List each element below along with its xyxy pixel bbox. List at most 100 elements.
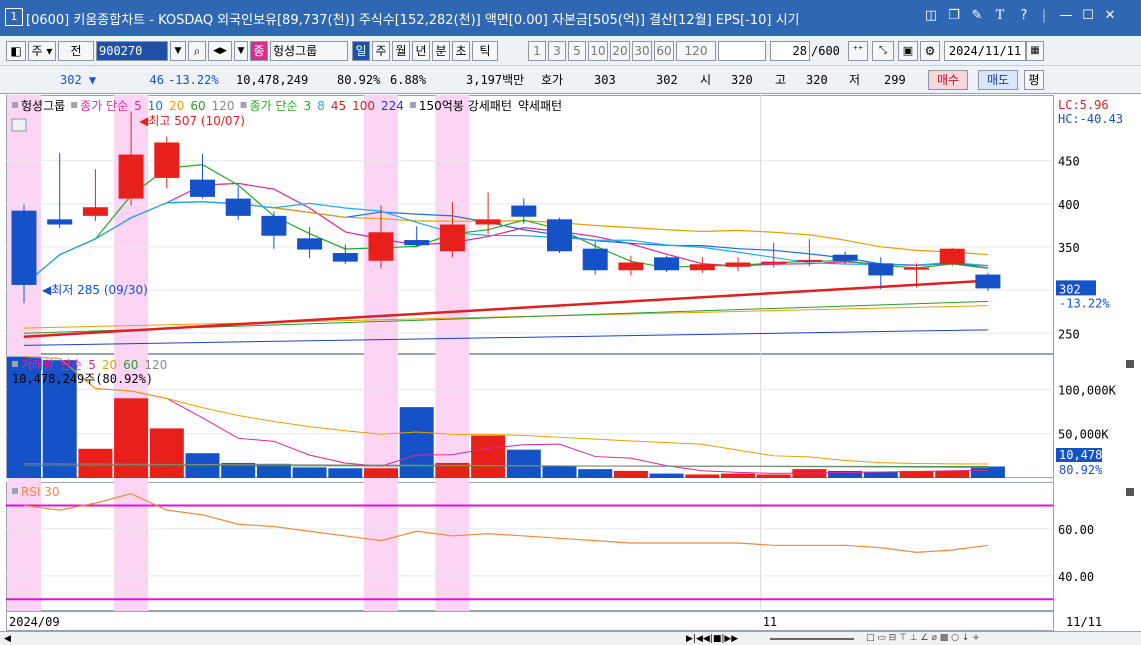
interval-120[interactable]: 120 <box>676 41 716 61</box>
price-legend-entry: 120 <box>212 99 235 113</box>
volume-legend-entry: 단순 <box>60 358 82 372</box>
volume-sub-label: 10,478,249주(80.92%) <box>12 372 153 386</box>
avg-button[interactable]: 평 <box>1024 70 1044 90</box>
candle-body <box>582 248 608 271</box>
brush-icon[interactable]: ✎ <box>969 8 985 24</box>
stock-name-field[interactable]: 헝셩그룹 <box>270 41 348 61</box>
scroll-left-icon[interactable]: ◀ <box>4 634 11 644</box>
legend-marker <box>71 102 78 108</box>
price-tick-label: 250 <box>1058 327 1080 341</box>
date-input[interactable]: 2024/11/11 <box>944 41 1026 61</box>
buy-button[interactable]: 매수 <box>928 70 968 90</box>
hoga-ask: 303 <box>594 73 616 87</box>
price-legend-entry: 종가 단순 <box>80 99 128 113</box>
volume-bar <box>364 468 398 478</box>
volume-bar <box>292 467 327 478</box>
price-tick-label: 400 <box>1058 198 1080 212</box>
chart-scroll-bar[interactable]: ◀ ▶|◀◀|■|▶▶ □ ▭ ⊟ ⊤ ⊥ ∠ ⌀ ▩ ○ ↓ + <box>0 631 1141 645</box>
interval-60[interactable]: 60 <box>654 41 674 61</box>
calendar-icon[interactable]: ▦ <box>1026 41 1044 61</box>
data-table-icon <box>11 118 27 132</box>
legend-marker <box>12 102 18 108</box>
tab-minute[interactable]: 분 <box>432 41 450 61</box>
candle-body <box>904 267 929 270</box>
interval-10[interactable]: 10 <box>588 41 608 61</box>
price-legend-entry: 약세패턴 <box>518 98 562 113</box>
gear-icon[interactable]: ⚙ <box>920 41 940 61</box>
minimize-icon[interactable]: — <box>1058 8 1074 24</box>
volume-bar <box>613 470 648 478</box>
volume-legend-entry: 120 <box>144 358 167 372</box>
interval-select[interactable] <box>718 41 766 61</box>
volume-legend-entry: 60 <box>123 358 138 372</box>
price-legend-entry: 20 <box>169 99 184 113</box>
maximize-icon[interactable]: ☐ <box>1080 8 1096 24</box>
navigation-icons[interactable]: ▶|◀◀|■|▶▶ <box>686 634 738 644</box>
volume-bar <box>506 449 541 478</box>
quote-bar: 302 ▼ 46 -13.22% 10,478,249 80.92% 6.88%… <box>0 66 1141 94</box>
tab-weekly[interactable]: 주 <box>372 41 390 61</box>
tab-daily[interactable]: 일 <box>352 41 370 61</box>
chart-canvas[interactable]: 450400350300250헝셩그룹종가 단순5102060120종가 단순3… <box>6 95 1138 631</box>
period-button-week[interactable]: 주 ▾ <box>28 41 56 61</box>
x-axis-month-label: 11 <box>763 615 777 629</box>
candle-count-input[interactable]: 28 <box>770 41 810 61</box>
signal-highlight-band <box>435 95 470 611</box>
volume-bar <box>970 466 1005 478</box>
candle-body <box>868 263 894 276</box>
zoom-icon[interactable]: ⁺⁺ <box>848 41 868 61</box>
candle-count-total: /600 <box>811 44 840 58</box>
candle-body <box>511 205 537 217</box>
interval-20[interactable]: 20 <box>610 41 630 61</box>
interval-1[interactable]: 1 <box>528 41 546 61</box>
price-change: 46 <box>149 73 164 87</box>
layout-icon[interactable]: ◫ <box>923 8 939 24</box>
title-bar: 1 [0600] 키움종합차트 - KOSDAQ 외국인보유[89,737(천)… <box>0 0 1141 36</box>
interval-5[interactable]: 5 <box>568 41 586 61</box>
price-legend-entry: 100 <box>352 99 375 113</box>
volume-legend-entry: 거래량 <box>21 358 54 372</box>
volume-tick-label: 50,000K <box>1058 428 1109 442</box>
sell-button[interactable]: 매도 <box>978 70 1018 90</box>
text-icon[interactable]: T <box>992 8 1008 24</box>
help-icon[interactable]: ? <box>1016 8 1032 24</box>
zoom-slider[interactable] <box>770 638 854 640</box>
chart-toolbar: ◧ 주 ▾ 전 900270 ▼ ⌕ ◀▶ ▼ 종 헝셩그룹 일 주 월 년 분… <box>0 36 1141 66</box>
volume-bar <box>721 473 755 478</box>
tab-second[interactable]: 초 <box>452 41 470 61</box>
x-axis-start-label: 2024/09 <box>9 615 60 629</box>
group-link-icon[interactable]: ◧ <box>6 41 26 61</box>
legend-marker <box>240 102 247 108</box>
chart-area[interactable]: 450400350300250헝셩그룹종가 단순5102060120종가 단순3… <box>6 95 1138 631</box>
tab-tick[interactable]: 틱 <box>472 41 498 61</box>
stock-code-input[interactable]: 900270 <box>96 41 168 61</box>
crosshair-icon[interactable]: ⤡ <box>872 41 894 61</box>
close-icon[interactable]: ✕ <box>1102 8 1118 24</box>
code-dropdown-icon[interactable]: ▼ <box>170 41 186 61</box>
period-button-all[interactable]: 전 <box>58 41 94 61</box>
interval-30[interactable]: 30 <box>632 41 652 61</box>
interval-3[interactable]: 3 <box>548 41 566 61</box>
price-legend-entry: 종가 단순 <box>250 99 298 113</box>
drawing-tool-icons[interactable]: □ ▭ ⊟ ⊤ ⊥ ∠ ⌀ ▩ ○ ↓ + <box>866 633 980 643</box>
tab-yearly[interactable]: 년 <box>412 41 430 61</box>
candle-body <box>439 224 465 252</box>
window-number[interactable]: 1 <box>5 8 23 26</box>
prev-next-icon[interactable]: ◀▶ <box>208 41 232 61</box>
rsi-panel-close-icon <box>1126 488 1134 496</box>
tab-monthly[interactable]: 월 <box>392 41 410 61</box>
volume-bar <box>399 407 434 478</box>
candle-body <box>332 252 358 262</box>
candle-body <box>154 142 180 178</box>
high-label: 고 <box>775 73 787 87</box>
arrow-dropdown-icon[interactable]: ▼ <box>234 41 248 61</box>
price-legend-entry: 45 <box>331 99 346 113</box>
search-icon[interactable]: ⌕ <box>188 41 206 61</box>
candle-body <box>404 240 430 246</box>
price-legend-entry: 10 <box>148 99 163 113</box>
candle-body <box>297 238 323 250</box>
save-icon[interactable]: ▣ <box>898 41 918 61</box>
high-value: 320 <box>806 73 828 87</box>
price-legend-entry: 60 <box>190 99 205 113</box>
copy-window-icon[interactable]: ❐ <box>946 8 962 24</box>
